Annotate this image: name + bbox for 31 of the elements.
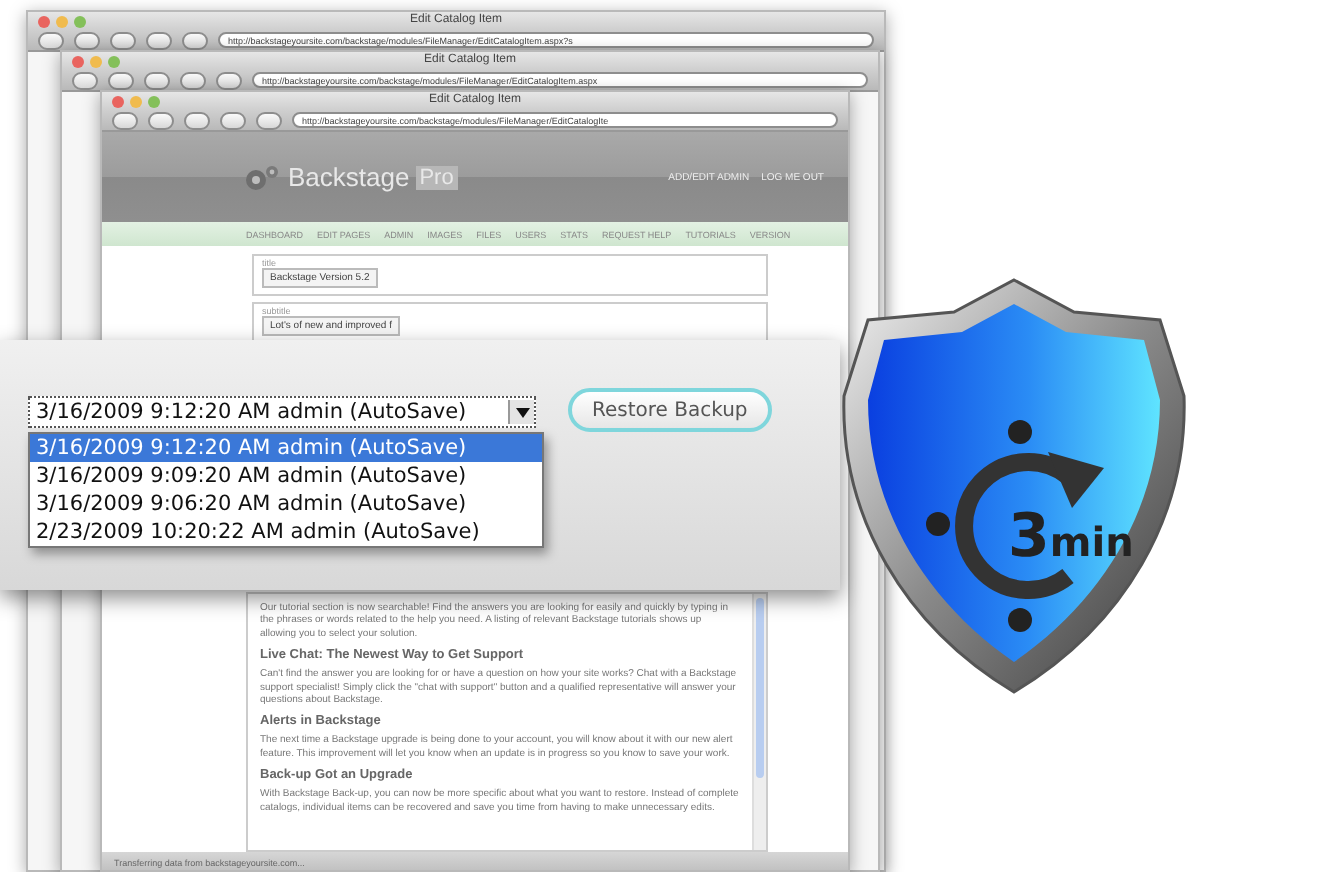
logo-text: Backstage xyxy=(288,162,410,192)
scrollbar[interactable] xyxy=(752,594,766,850)
back-button[interactable] xyxy=(38,31,64,49)
forward-button[interactable] xyxy=(108,71,134,89)
window-close-button[interactable] xyxy=(112,95,124,107)
reload-button[interactable] xyxy=(184,111,210,129)
home-button[interactable] xyxy=(216,71,242,89)
forward-button[interactable] xyxy=(74,31,100,49)
window-zoom-button[interactable] xyxy=(148,95,160,107)
stop-button[interactable] xyxy=(220,111,246,129)
dropdown-option[interactable]: 3/16/2009 9:12:20 AM admin (AutoSave) xyxy=(30,434,542,462)
window-zoom-button[interactable] xyxy=(74,15,86,27)
reload-button[interactable] xyxy=(110,31,136,49)
dropdown-option[interactable]: 3/16/2009 9:06:20 AM admin (AutoSave) xyxy=(30,490,542,518)
back-button[interactable] xyxy=(112,111,138,129)
caret-icon xyxy=(515,407,529,417)
window-close-button[interactable] xyxy=(72,55,84,67)
reload-button[interactable] xyxy=(144,71,170,89)
restore-backup-button[interactable]: Restore Backup xyxy=(568,388,772,432)
stop-button[interactable] xyxy=(180,71,206,89)
back-button[interactable] xyxy=(72,71,98,89)
home-button[interactable] xyxy=(256,111,282,129)
dropdown-option[interactable]: 3/16/2009 9:09:20 AM admin (AutoSave) xyxy=(30,462,542,490)
backup-select[interactable]: 3/16/2009 9:12:20 AM admin (AutoSave) xyxy=(28,396,536,428)
gears-icon xyxy=(242,163,282,191)
window-zoom-button[interactable] xyxy=(108,55,120,67)
dropdown-option[interactable]: 2/23/2009 10:20:22 AM admin (AutoSave) xyxy=(30,518,542,546)
home-button[interactable] xyxy=(182,31,208,49)
stop-button[interactable] xyxy=(146,31,172,49)
forward-button[interactable] xyxy=(148,111,174,129)
window-close-button[interactable] xyxy=(38,15,50,27)
